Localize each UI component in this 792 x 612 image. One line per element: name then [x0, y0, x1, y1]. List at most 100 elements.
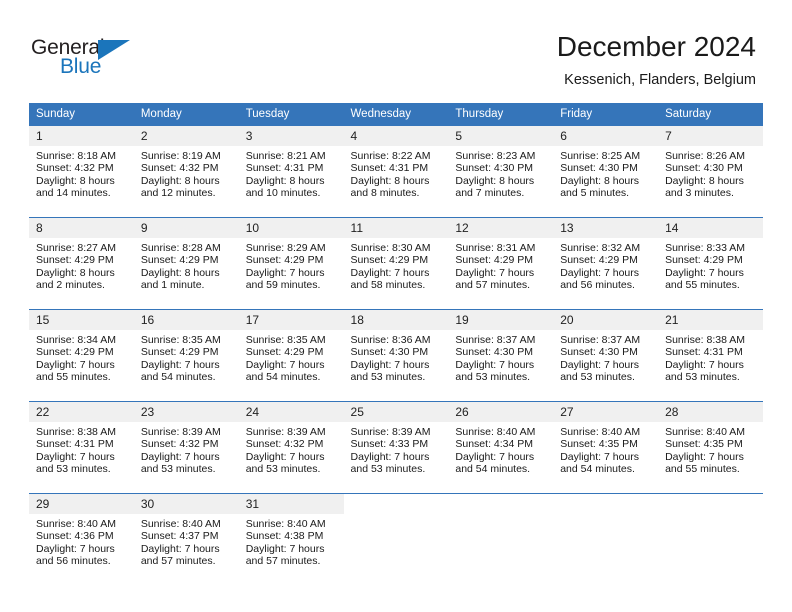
calendar-day-cell[interactable]: 5 Sunrise: 8:23 AM Sunset: 4:30 PM Daylight…: [448, 126, 554, 210]
calendar-day-cell[interactable]: 4 Sunrise: 8:22 AM Sunset: 4:31 PM Daylight…: [343, 126, 449, 210]
calendar-day-cell[interactable]: 23 Sunrise: 8:39 AM Sunset: 4:32 PM Dayligh…: [133, 402, 239, 487]
daylight-text-line1: Daylight: 7 hours: [36, 542, 115, 555]
daylight-text-line2: and 55 minutes.: [665, 279, 740, 292]
daylight-text-line1: Daylight: 7 hours: [245, 542, 325, 555]
day-number: [658, 494, 763, 514]
day-cell-inner: 29 Sunrise: 8:40 AM Sunset: 4:36 PM Dayligh…: [29, 494, 134, 578]
calendar-day-cell[interactable]: 10 Sunrise: 8:29 AM Sunset: 4:29 PM Dayligh…: [238, 218, 344, 303]
day-info: Sunrise: 8:25 AM Sunset: 4:30 PM Daylight:…: [553, 146, 658, 200]
sunset-text: Sunset: 4:29 PM: [245, 254, 324, 267]
day-info: Sunrise: 8:32 AM Sunset: 4:29 PM Daylight:…: [553, 238, 658, 292]
day-info: Sunrise: 8:40 AM Sunset: 4:35 PM Daylight:…: [553, 422, 658, 476]
calendar-day-cell[interactable]: 6 Sunrise: 8:25 AM Sunset: 4:30 PM Daylight…: [553, 126, 659, 210]
sunset-text: Sunset: 4:29 PM: [140, 254, 219, 267]
calendar-day-cell[interactable]: 9 Sunrise: 8:28 AM Sunset: 4:29 PM Daylight…: [133, 218, 239, 303]
daylight-text-line1: Daylight: 7 hours: [36, 358, 115, 371]
day-info: Sunrise: 8:33 AM Sunset: 4:29 PM Daylight:…: [658, 238, 763, 292]
day-info: Sunrise: 8:22 AM Sunset: 4:31 PM Daylight:…: [344, 146, 449, 200]
calendar-day-cell[interactable]: 30 Sunrise: 8:40 AM Sunset: 4:37 PM Dayligh…: [133, 494, 239, 579]
day-number: 23: [133, 402, 239, 422]
daylight-text-line1: Daylight: 7 hours: [665, 450, 744, 463]
day-number: 21: [658, 310, 763, 330]
calendar-day-cell[interactable]: 20 Sunrise: 8:37 AM Sunset: 4:30 PM Dayligh…: [553, 310, 659, 395]
sunset-text: Sunset: 4:38 PM: [245, 530, 324, 543]
sunrise-text: Sunrise: 8:35 AM: [140, 334, 221, 346]
sunset-text: Sunset: 4:29 PM: [36, 346, 114, 359]
sunrise-text: Sunrise: 8:38 AM: [665, 334, 746, 346]
calendar-day-cell[interactable]: 1 Sunrise: 8:18 AM Sunset: 4:32 PM Daylight…: [29, 126, 134, 210]
day-info: Sunrise: 8:37 AM Sunset: 4:30 PM Daylight:…: [553, 330, 658, 384]
calendar-day-cell[interactable]: 27 Sunrise: 8:40 AM Sunset: 4:35 PM Dayligh…: [553, 402, 659, 487]
calendar-day-cell[interactable]: 19 Sunrise: 8:37 AM Sunset: 4:30 PM Dayligh…: [448, 310, 554, 395]
calendar-day-cell[interactable]: 17 Sunrise: 8:35 AM Sunset: 4:29 PM Dayligh…: [238, 310, 344, 395]
calendar-page: General Blue December 2024 Kessenich, Fl…: [0, 0, 792, 612]
daylight-text-line1: Daylight: 7 hours: [455, 358, 535, 371]
day-info: [344, 514, 449, 518]
calendar-week-row: 22 Sunrise: 8:38 AM Sunset: 4:31 PM Dayligh…: [29, 401, 763, 487]
sunset-text: Sunset: 4:31 PM: [350, 162, 429, 175]
day-number: [448, 494, 554, 514]
calendar-day-cell[interactable]: 16 Sunrise: 8:35 AM Sunset: 4:29 PM Dayligh…: [133, 310, 239, 395]
calendar-day-cell[interactable]: 15 Sunrise: 8:34 AM Sunset: 4:29 PM Dayligh…: [29, 310, 134, 395]
sunset-text: Sunset: 4:33 PM: [350, 438, 429, 451]
calendar-day-cell[interactable]: 28 Sunrise: 8:40 AM Sunset: 4:35 PM Dayligh…: [658, 402, 763, 487]
day-cell-inner: 26 Sunrise: 8:40 AM Sunset: 4:34 PM Dayligh…: [448, 402, 554, 486]
calendar-day-cell[interactable]: 18 Sunrise: 8:36 AM Sunset: 4:30 PM Dayligh…: [343, 310, 449, 395]
day-number: 14: [658, 218, 763, 238]
calendar-day-cell[interactable]: 24 Sunrise: 8:39 AM Sunset: 4:32 PM Dayligh…: [238, 402, 344, 487]
sunset-text: Sunset: 4:32 PM: [36, 162, 114, 175]
day-cell-inner: 23 Sunrise: 8:39 AM Sunset: 4:32 PM Dayligh…: [133, 402, 239, 486]
day-info: Sunrise: 8:18 AM Sunset: 4:32 PM Daylight:…: [29, 146, 134, 200]
calendar-day-cell[interactable]: 14 Sunrise: 8:33 AM Sunset: 4:29 PM Dayligh…: [658, 218, 763, 303]
calendar-day-cell[interactable]: 13 Sunrise: 8:32 AM Sunset: 4:29 PM Dayligh…: [553, 218, 659, 303]
day-info: Sunrise: 8:21 AM Sunset: 4:31 PM Daylight:…: [239, 146, 344, 200]
daylight-text-line2: and 14 minutes.: [36, 187, 111, 200]
day-info: Sunrise: 8:19 AM Sunset: 4:32 PM Daylight:…: [134, 146, 239, 200]
calendar-day-cell[interactable]: 29 Sunrise: 8:40 AM Sunset: 4:36 PM Dayligh…: [29, 494, 134, 579]
calendar-empty-cell: [553, 494, 659, 579]
page-header: General Blue December 2024 Kessenich, Fl…: [0, 0, 792, 100]
weekday-header-tuesday: Tuesday: [238, 103, 344, 126]
day-cell-inner: 24 Sunrise: 8:39 AM Sunset: 4:32 PM Dayligh…: [238, 402, 344, 486]
daylight-text-line1: Daylight: 7 hours: [560, 266, 640, 279]
day-cell-inner: 22 Sunrise: 8:38 AM Sunset: 4:31 PM Dayligh…: [29, 402, 134, 486]
sunset-text: Sunset: 4:32 PM: [140, 162, 219, 175]
sunrise-text: Sunrise: 8:31 AM: [455, 242, 536, 254]
calendar-day-cell[interactable]: 3 Sunrise: 8:21 AM Sunset: 4:31 PM Daylight…: [238, 126, 344, 210]
calendar-day-cell[interactable]: 8 Sunrise: 8:27 AM Sunset: 4:29 PM Daylight…: [29, 218, 134, 303]
day-cell-inner: 9 Sunrise: 8:28 AM Sunset: 4:29 PM Daylight…: [133, 218, 239, 302]
day-number: 1: [29, 126, 134, 146]
calendar-week-row: 29 Sunrise: 8:40 AM Sunset: 4:36 PM Dayligh…: [29, 493, 763, 579]
calendar-day-cell[interactable]: 21 Sunrise: 8:38 AM Sunset: 4:31 PM Dayligh…: [658, 310, 763, 395]
calendar-day-cell[interactable]: 2 Sunrise: 8:19 AM Sunset: 4:32 PM Daylight…: [133, 126, 239, 210]
day-number: 31: [238, 494, 344, 514]
day-cell-inner: 15 Sunrise: 8:34 AM Sunset: 4:29 PM Dayligh…: [29, 310, 134, 394]
daylight-text-line2: and 53 minutes.: [350, 371, 426, 384]
daylight-text-line1: Daylight: 7 hours: [560, 358, 640, 371]
day-cell-inner: 14 Sunrise: 8:33 AM Sunset: 4:29 PM Dayligh…: [658, 218, 763, 302]
daylight-text-line2: and 57 minutes.: [245, 555, 321, 568]
daylight-text-line2: and 3 minutes.: [665, 187, 734, 200]
day-info: Sunrise: 8:31 AM Sunset: 4:29 PM Daylight:…: [448, 238, 553, 292]
calendar-day-cell[interactable]: 26 Sunrise: 8:40 AM Sunset: 4:34 PM Dayligh…: [448, 402, 554, 487]
calendar-day-cell[interactable]: 31 Sunrise: 8:40 AM Sunset: 4:38 PM Dayligh…: [238, 494, 344, 579]
calendar-day-cell[interactable]: 25 Sunrise: 8:39 AM Sunset: 4:33 PM Dayligh…: [343, 402, 449, 487]
daylight-text-line2: and 1 minute.: [140, 279, 205, 292]
daylight-text-line2: and 56 minutes.: [560, 279, 635, 292]
day-number: 22: [29, 402, 134, 422]
sunrise-text: Sunrise: 8:40 AM: [245, 518, 326, 530]
sunset-text: Sunset: 4:29 PM: [665, 254, 743, 267]
page-title: December 2024: [556, 31, 756, 62]
sunset-text: Sunset: 4:35 PM: [665, 438, 743, 451]
day-cell-inner: 5 Sunrise: 8:23 AM Sunset: 4:30 PM Daylight…: [448, 126, 554, 210]
daylight-text-line2: and 5 minutes.: [560, 187, 630, 200]
day-cell-inner: 8 Sunrise: 8:27 AM Sunset: 4:29 PM Daylight…: [29, 218, 134, 302]
day-info: Sunrise: 8:26 AM Sunset: 4:30 PM Daylight:…: [658, 146, 763, 200]
weekday-header-wednesday: Wednesday: [343, 103, 449, 126]
calendar-day-cell[interactable]: 22 Sunrise: 8:38 AM Sunset: 4:31 PM Dayligh…: [29, 402, 134, 487]
sunset-text: Sunset: 4:29 PM: [560, 254, 638, 267]
calendar-day-cell[interactable]: 11 Sunrise: 8:30 AM Sunset: 4:29 PM Dayligh…: [343, 218, 449, 303]
daylight-text-line1: Daylight: 7 hours: [245, 450, 325, 463]
calendar-day-cell[interactable]: 12 Sunrise: 8:31 AM Sunset: 4:29 PM Dayligh…: [448, 218, 554, 303]
calendar-day-cell[interactable]: 7 Sunrise: 8:26 AM Sunset: 4:30 PM Daylight…: [658, 126, 763, 210]
